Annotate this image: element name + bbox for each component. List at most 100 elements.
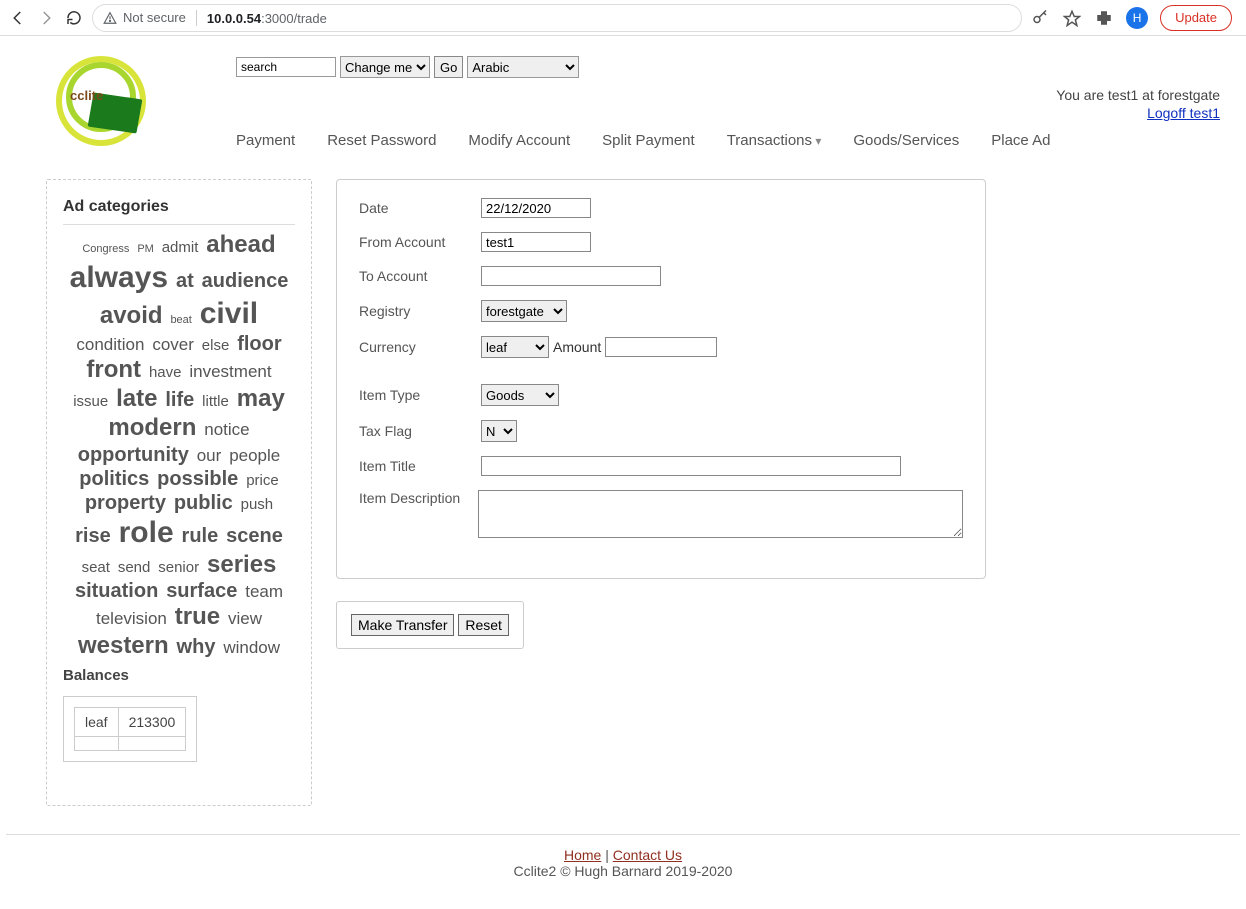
nav-modify-account[interactable]: Modify Account (468, 132, 570, 149)
tag-team[interactable]: team (243, 582, 285, 601)
address-bar[interactable]: Not secure 10.0.0.54:3000/trade (92, 4, 1022, 32)
label-item-type: Item Type (359, 387, 481, 403)
tag-true[interactable]: true (173, 603, 222, 630)
label-to: To Account (359, 268, 481, 284)
tag-politics[interactable]: politics (77, 468, 151, 490)
tag-push[interactable]: push (239, 496, 276, 513)
update-button[interactable]: Update (1160, 5, 1232, 31)
tag-front[interactable]: front (84, 356, 143, 383)
main-nav: Payment Reset Password Modify Account Sp… (236, 132, 1230, 149)
tag-rule[interactable]: rule (180, 525, 221, 547)
tag-late[interactable]: late (114, 385, 159, 412)
tag-little[interactable]: little (200, 393, 231, 410)
label-from: From Account (359, 234, 481, 250)
search-input[interactable] (236, 57, 336, 77)
tag-rise[interactable]: rise (73, 525, 113, 547)
nav-transactions[interactable]: Transactions (727, 132, 822, 149)
tag-property[interactable]: property (83, 492, 168, 514)
footer-contact-link[interactable]: Contact Us (613, 847, 682, 863)
tag-congress[interactable]: Congress (80, 243, 131, 255)
tag-beat[interactable]: beat (168, 314, 193, 326)
tag-civil[interactable]: civil (198, 297, 260, 330)
sidebar: Ad categories Congress PM admit ahead al… (46, 179, 312, 806)
tag-role[interactable]: role (117, 516, 176, 549)
tag-scene[interactable]: scene (224, 525, 285, 547)
forward-icon[interactable] (36, 8, 56, 28)
amount-input[interactable] (605, 337, 717, 357)
nav-reset-password[interactable]: Reset Password (327, 132, 436, 149)
tag-always[interactable]: always (68, 261, 170, 294)
item-type-select[interactable]: Goods (481, 384, 559, 406)
tax-flag-select[interactable]: N (481, 420, 517, 442)
tag-why[interactable]: why (175, 636, 218, 658)
balances-heading: Balances (63, 667, 295, 684)
back-icon[interactable] (8, 8, 28, 28)
nav-goods-services[interactable]: Goods/Services (853, 132, 959, 149)
logoff-link[interactable]: Logoff test1 (1147, 105, 1220, 121)
tag-public[interactable]: public (172, 492, 235, 514)
go-button[interactable]: Go (434, 56, 463, 78)
make-transfer-button[interactable]: Make Transfer (351, 614, 454, 636)
to-account-input[interactable] (481, 266, 661, 286)
browser-toolbar: Not secure 10.0.0.54:3000/trade H Update (0, 0, 1246, 36)
tag-avoid[interactable]: avoid (98, 302, 165, 329)
item-title-input[interactable] (481, 456, 901, 476)
tag-window[interactable]: window (221, 638, 282, 657)
sidebar-title: Ad categories (63, 198, 295, 225)
tag-else[interactable]: else (200, 337, 232, 354)
tag-senior[interactable]: senior (156, 559, 201, 576)
tag-seat[interactable]: seat (80, 559, 112, 576)
tag-notice[interactable]: notice (202, 420, 251, 439)
nav-payment[interactable]: Payment (236, 132, 295, 149)
tag-view[interactable]: view (226, 609, 264, 628)
tag-life[interactable]: life (163, 389, 196, 411)
tag-western[interactable]: western (76, 632, 171, 659)
tag-condition[interactable]: condition (74, 335, 146, 354)
tag-people[interactable]: people (227, 446, 282, 465)
tag-cover[interactable]: cover (150, 335, 196, 354)
tag-ahead[interactable]: ahead (204, 231, 277, 258)
tag-admit[interactable]: admit (160, 239, 201, 256)
tag-situation[interactable]: situation (73, 580, 160, 602)
tag-audience[interactable]: audience (200, 270, 291, 292)
tag-issue[interactable]: issue (71, 393, 110, 410)
tag-series[interactable]: series (205, 551, 278, 578)
transfer-form: Date From Account To Account Registry fo… (336, 179, 986, 579)
url-host: 10.0.0.54 (207, 11, 261, 26)
extensions-icon[interactable] (1094, 8, 1114, 28)
tag-opportunity[interactable]: opportunity (76, 444, 191, 466)
tag-modern[interactable]: modern (106, 414, 198, 441)
sort-select[interactable]: Change me (340, 56, 430, 78)
not-secure-indicator: Not secure (103, 10, 186, 25)
label-tax-flag: Tax Flag (359, 423, 481, 439)
item-description-textarea[interactable] (478, 490, 963, 538)
reset-button[interactable]: Reset (458, 614, 509, 636)
tag-have[interactable]: have (147, 364, 184, 381)
tag-television[interactable]: television (94, 609, 169, 628)
date-input[interactable] (481, 198, 591, 218)
tag-surface[interactable]: surface (164, 580, 239, 602)
tag-may[interactable]: may (235, 385, 287, 412)
currency-select[interactable]: leaf (481, 336, 549, 358)
nav-split-payment[interactable]: Split Payment (602, 132, 695, 149)
footer-home-link[interactable]: Home (564, 847, 601, 863)
key-icon[interactable] (1030, 8, 1050, 28)
tag-our[interactable]: our (195, 446, 224, 465)
profile-avatar[interactable]: H (1126, 7, 1148, 29)
user-status-text: You are test1 at forestgate (1056, 87, 1220, 103)
registry-select[interactable]: forestgate (481, 300, 567, 322)
tag-floor[interactable]: floor (235, 333, 283, 355)
nav-place-ad[interactable]: Place Ad (991, 132, 1050, 149)
tag-price[interactable]: price (244, 472, 281, 489)
tag-at[interactable]: at (174, 270, 196, 292)
tag-send[interactable]: send (116, 559, 153, 576)
reload-icon[interactable] (64, 8, 84, 28)
logo[interactable]: cclite (56, 56, 156, 146)
star-icon[interactable] (1062, 8, 1082, 28)
tag-investment[interactable]: investment (187, 362, 273, 381)
tag-possible[interactable]: possible (155, 468, 240, 490)
from-account-input[interactable] (481, 232, 591, 252)
tag-pm[interactable]: PM (135, 243, 156, 255)
label-item-title: Item Title (359, 458, 481, 474)
language-select[interactable]: Arabic (467, 56, 579, 78)
